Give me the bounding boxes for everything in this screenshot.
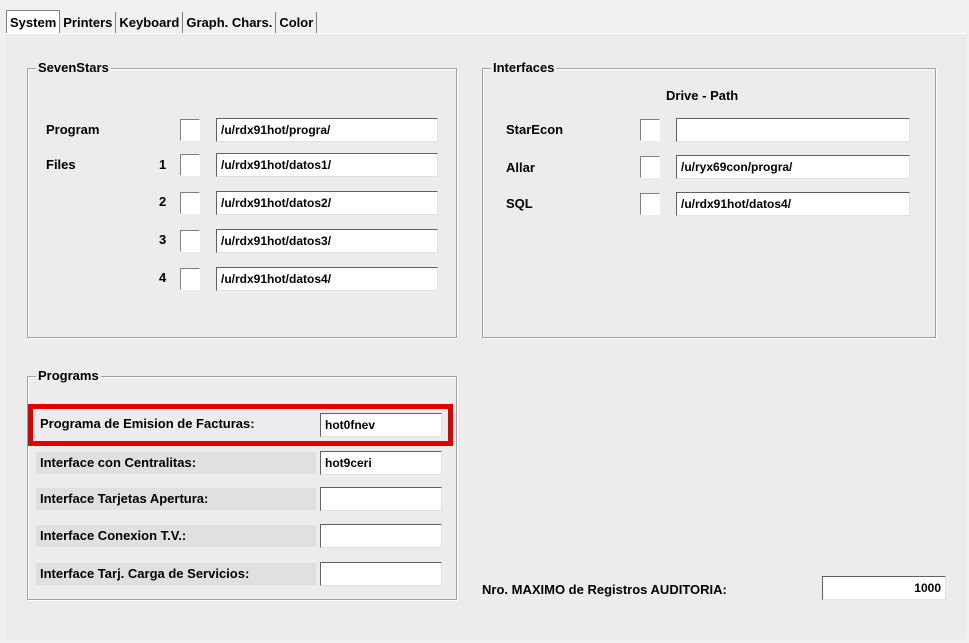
tab-bar: System Printers Keyboard Graph. Chars. C… — [6, 10, 318, 34]
tab-graph-chars[interactable]: Graph. Chars. — [183, 12, 277, 34]
files-4-checkbox[interactable] — [180, 268, 200, 290]
files-label: Files — [46, 157, 76, 172]
interface-sql-path-field[interactable]: /u/rdx91hot/datos4/ — [676, 192, 910, 216]
files-1-number: 1 — [159, 157, 167, 172]
interface-starecon-checkbox[interactable] — [640, 119, 660, 141]
interface-starecon-label: StarEcon — [506, 122, 564, 137]
files-2-number: 2 — [159, 194, 167, 209]
files-2-path-field[interactable]: /u/rdx91hot/datos2/ — [216, 191, 438, 215]
files-1-path-field[interactable]: /u/rdx91hot/datos1/ — [216, 153, 438, 177]
highlight-box — [28, 404, 453, 446]
program-path-field[interactable]: /u/rdx91hot/progra/ — [216, 118, 438, 142]
tab-printers[interactable]: Printers — [60, 12, 117, 34]
interface-tarjetas-apertura-label: Interface Tarjetas Apertura: — [36, 488, 316, 510]
auditoria-field[interactable]: 1000 — [822, 576, 946, 600]
interface-allar-path-field[interactable]: /u/ryx69con/progra/ — [676, 155, 910, 179]
files-4-path-field[interactable]: /u/rdx91hot/datos4/ — [216, 267, 438, 291]
interface-sql-label: SQL — [506, 196, 533, 211]
files-3-number: 3 — [159, 232, 167, 247]
interface-tarjetas-apertura-field[interactable] — [320, 487, 442, 511]
sevenstars-title: SevenStars — [36, 60, 111, 75]
tab-keyboard[interactable]: Keyboard — [116, 12, 184, 34]
interface-tarj-carga-servicios-label: Interface Tarj. Carga de Servicios: — [36, 563, 316, 585]
tab-system[interactable]: System — [6, 10, 61, 34]
interface-centralitas-label: Interface con Centralitas: — [36, 452, 316, 474]
program-checkbox[interactable] — [180, 119, 200, 141]
interface-centralitas-field[interactable]: hot9ceri — [320, 451, 442, 475]
interface-tarj-carga-servicios-field[interactable] — [320, 562, 442, 586]
files-4-number: 4 — [159, 270, 167, 285]
interface-allar-checkbox[interactable] — [640, 156, 660, 178]
interface-conexion-tv-label: Interface Conexion T.V.: — [36, 525, 316, 547]
interfaces-title: Interfaces — [491, 60, 557, 75]
drive-path-header: Drive - Path — [666, 88, 739, 103]
interface-conexion-tv-field[interactable] — [320, 524, 442, 548]
interface-starecon-path-field[interactable] — [676, 118, 910, 142]
programs-title: Programs — [36, 368, 101, 383]
files-2-checkbox[interactable] — [180, 192, 200, 214]
program-label: Program — [46, 122, 100, 137]
auditoria-label: Nro. MAXIMO de Registros AUDITORIA: — [482, 582, 727, 597]
tab-color[interactable]: Color — [276, 12, 318, 34]
interface-allar-label: Allar — [506, 160, 535, 175]
files-3-path-field[interactable]: /u/rdx91hot/datos3/ — [216, 229, 438, 253]
interface-sql-checkbox[interactable] — [640, 193, 660, 215]
files-3-checkbox[interactable] — [180, 230, 200, 252]
files-1-checkbox[interactable] — [180, 154, 200, 176]
